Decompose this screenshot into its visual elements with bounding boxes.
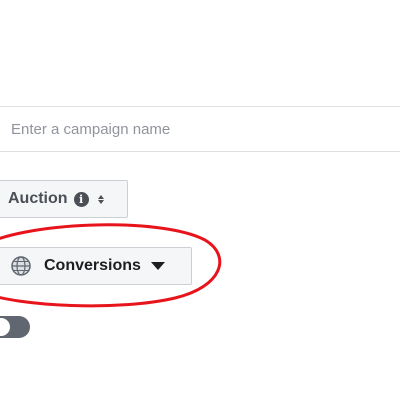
- buying-type-label: Auction: [8, 190, 68, 207]
- toggle-switch[interactable]: [0, 316, 30, 338]
- info-icon[interactable]: i: [73, 191, 89, 207]
- buying-type-select[interactable]: Auction i: [0, 180, 128, 218]
- objective-dropdown[interactable]: Conversions: [0, 247, 192, 285]
- caret-down-icon: [150, 262, 165, 270]
- globe-icon: [11, 256, 31, 276]
- objective-label: Conversions: [44, 257, 141, 274]
- campaign-name-input[interactable]: [0, 106, 400, 152]
- toggle-knob: [0, 318, 10, 336]
- up-down-arrows-icon: [97, 194, 104, 204]
